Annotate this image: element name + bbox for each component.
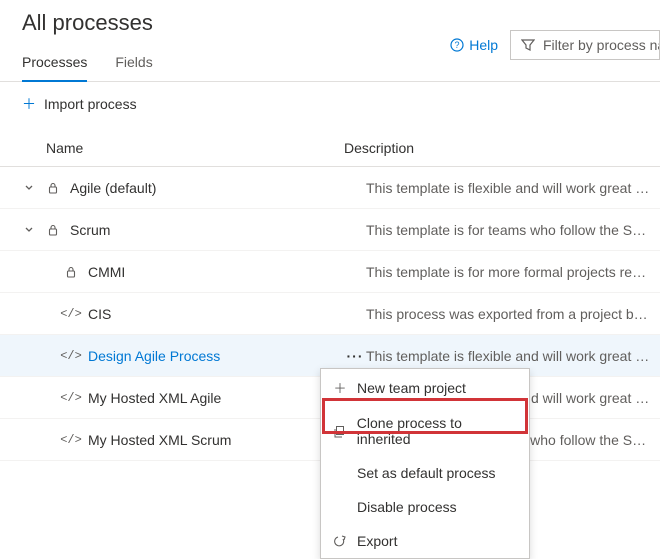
- menu-item-label: New team project: [357, 380, 466, 396]
- table-row[interactable]: Agile (default)···This template is flexi…: [0, 167, 660, 209]
- column-name[interactable]: Name: [46, 140, 344, 156]
- clone-icon: [333, 425, 347, 438]
- menu-item[interactable]: ＋ New team project: [321, 369, 529, 406]
- plus-icon: ＋: [22, 94, 36, 114]
- code-icon: </>: [62, 433, 80, 447]
- help-icon: ?: [450, 38, 464, 52]
- process-name: CMMI: [88, 264, 125, 280]
- menu-item[interactable]: Disable process: [321, 490, 529, 524]
- menu-item-label: Disable process: [357, 499, 457, 515]
- menu-item-label: Clone process to inherited: [357, 415, 517, 447]
- process-name: Agile (default): [70, 180, 156, 196]
- filter-placeholder: Filter by process na: [543, 37, 660, 53]
- process-name: Scrum: [70, 222, 110, 238]
- import-process-button[interactable]: ＋ Import process: [0, 82, 660, 124]
- column-description[interactable]: Description: [344, 140, 660, 156]
- table-row[interactable]: CMMI···This template is for more formal …: [0, 251, 660, 293]
- menu-item[interactable]: Export: [321, 524, 529, 558]
- tab-processes[interactable]: Processes: [22, 54, 87, 82]
- context-menu: ＋ New team project Clone process to inheri…: [320, 368, 530, 559]
- code-icon: </>: [62, 391, 80, 405]
- menu-item[interactable]: Set as default process: [321, 456, 529, 490]
- table-row[interactable]: Scrum···This template is for teams who f…: [0, 209, 660, 251]
- tab-fields[interactable]: Fields: [115, 54, 152, 81]
- code-icon: </>: [62, 307, 80, 321]
- table-row[interactable]: </>CIS···This process was exported from …: [0, 293, 660, 335]
- svg-text:?: ?: [455, 40, 460, 50]
- menu-item-label: Export: [357, 533, 397, 549]
- lock-icon: [44, 182, 62, 194]
- process-name: My Hosted XML Agile: [88, 390, 221, 406]
- process-description: This template is flexible and will work …: [366, 348, 660, 364]
- menu-item-label: Set as default process: [357, 465, 496, 481]
- process-description: This template is for more formal project…: [366, 264, 660, 280]
- process-description: This template is flexible and will work …: [366, 180, 660, 196]
- menu-item[interactable]: Clone process to inherited: [321, 406, 529, 456]
- more-actions-button[interactable]: ···: [344, 348, 366, 364]
- help-link[interactable]: ? Help: [450, 37, 498, 53]
- chevron-down-icon[interactable]: [22, 225, 36, 235]
- lock-icon: [62, 266, 80, 278]
- process-name: My Hosted XML Scrum: [88, 432, 231, 448]
- filter-input[interactable]: Filter by process na: [510, 30, 660, 60]
- filter-icon: [521, 38, 535, 52]
- plus-icon: ＋: [333, 378, 347, 397]
- process-description: This template is for teams who follow th…: [366, 222, 660, 238]
- table-header: Name Description: [0, 130, 660, 167]
- lock-icon: [44, 224, 62, 236]
- code-icon: </>: [62, 349, 80, 363]
- chevron-down-icon[interactable]: [22, 183, 36, 193]
- process-name[interactable]: Design Agile Process: [88, 348, 220, 364]
- help-label: Help: [469, 37, 498, 53]
- process-name: CIS: [88, 306, 111, 322]
- process-description: This process was exported from a project…: [366, 306, 660, 322]
- import-process-label: Import process: [44, 96, 137, 112]
